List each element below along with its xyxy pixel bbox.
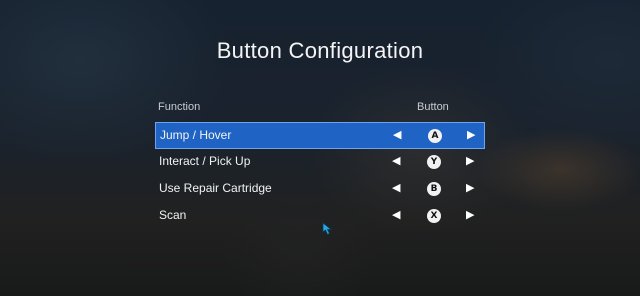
mapping-label: Use Repair Cartridge: [159, 181, 272, 195]
mapping-label: Scan: [159, 208, 187, 222]
mapping-label: Interact / Pick Up: [159, 154, 251, 168]
chevron-left-icon[interactable]: ◀: [393, 123, 401, 148]
chevron-right-icon[interactable]: ▶: [466, 203, 474, 228]
chevron-left-icon[interactable]: ◀: [392, 149, 400, 174]
mapping-row-jump-hover[interactable]: Jump / Hover ◀ A ▶: [155, 122, 485, 149]
button-mapping-list: Jump / Hover ◀ A ▶ Interact / Pick Up ◀ …: [155, 122, 485, 230]
mapping-row-use-repair-cartridge[interactable]: Use Repair Cartridge ◀ B ▶: [155, 176, 485, 203]
page-title: Button Configuration: [216, 38, 424, 63]
chevron-left-icon[interactable]: ◀: [392, 176, 400, 201]
column-header-button: Button: [417, 101, 449, 113]
mapping-label: Jump / Hover: [160, 128, 232, 142]
controller-button-a-icon: A: [428, 129, 442, 143]
controller-button-y-icon: Y: [427, 155, 441, 169]
chevron-right-icon[interactable]: ▶: [466, 149, 474, 174]
column-header-function: Function: [158, 101, 201, 113]
chevron-right-icon[interactable]: ▶: [466, 176, 474, 201]
controller-button-b-icon: B: [427, 182, 441, 196]
pointer-hand-icon: [322, 222, 333, 236]
chevron-right-icon[interactable]: ▶: [467, 123, 475, 148]
chevron-left-icon[interactable]: ◀: [392, 203, 400, 228]
mapping-row-interact-pick-up[interactable]: Interact / Pick Up ◀ Y ▶: [155, 149, 485, 176]
controller-button-x-icon: X: [427, 209, 441, 223]
